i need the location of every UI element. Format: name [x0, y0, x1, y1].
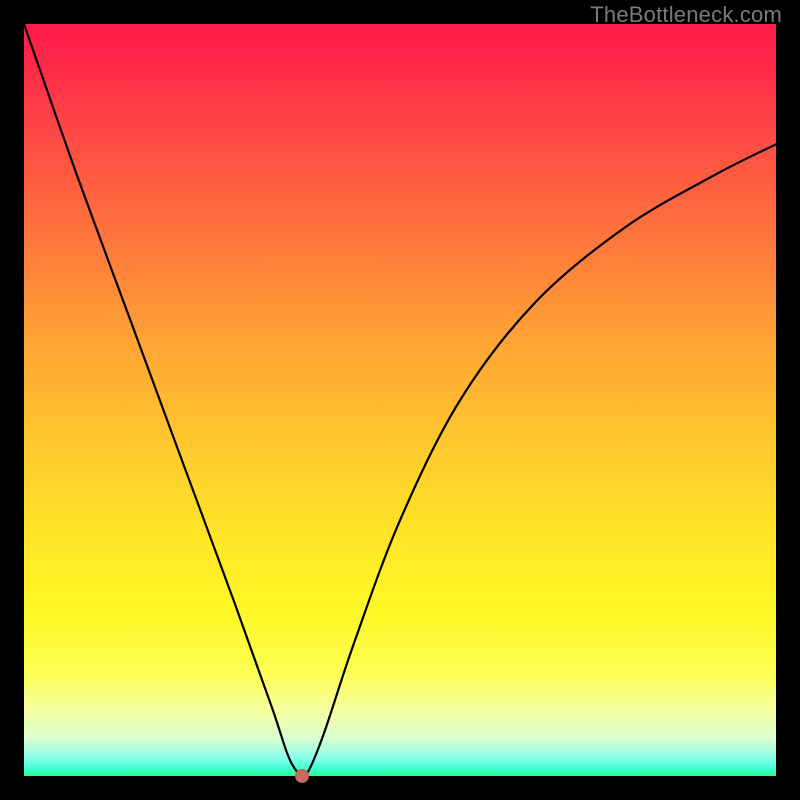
watermark-text: TheBottleneck.com — [590, 2, 782, 28]
chart-container: TheBottleneck.com — [0, 0, 800, 800]
minimum-marker — [295, 769, 309, 783]
bottleneck-curve — [24, 24, 776, 776]
curve-svg — [24, 24, 776, 776]
